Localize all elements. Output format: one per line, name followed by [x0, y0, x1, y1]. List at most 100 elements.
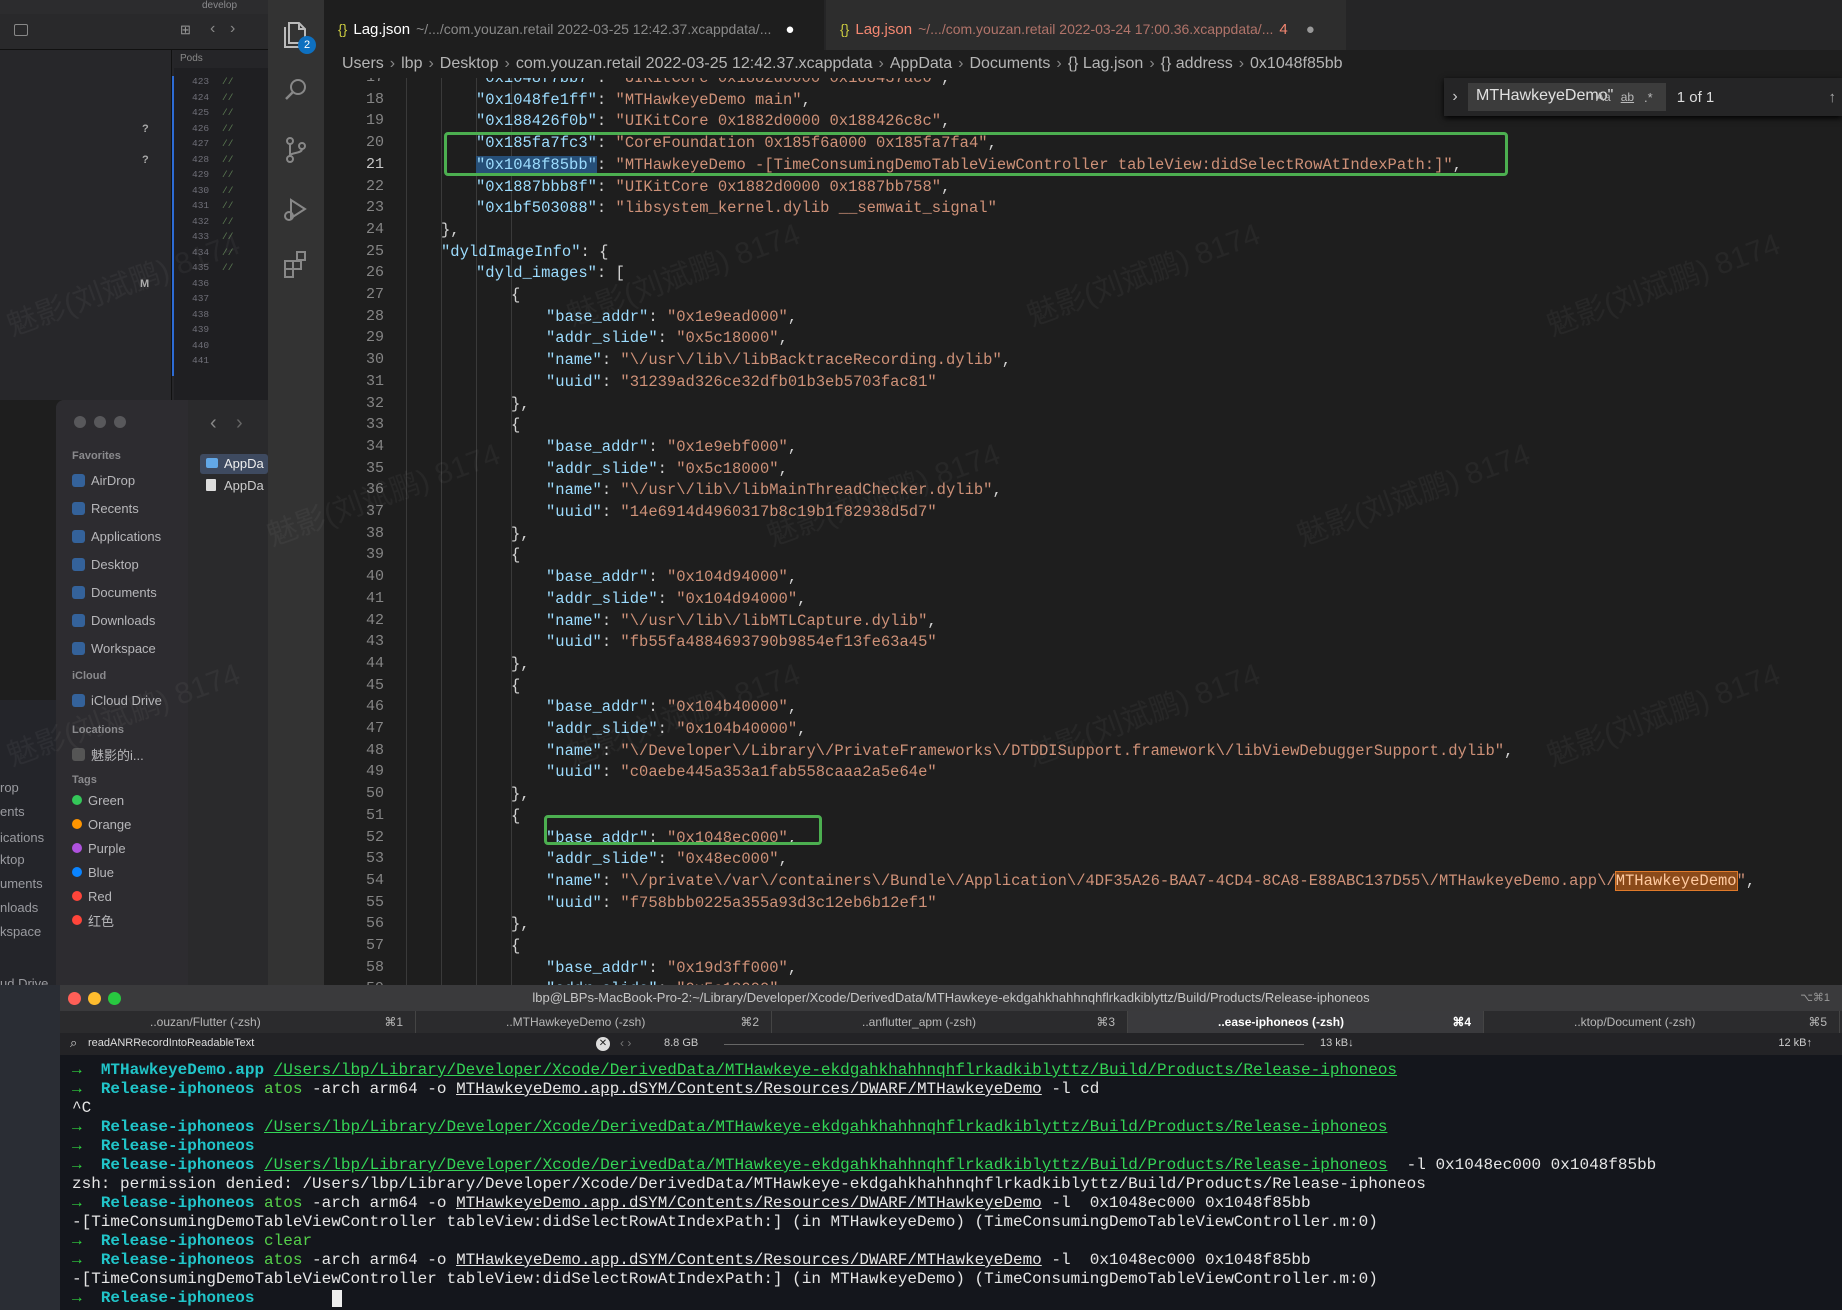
- code-line[interactable]: "0x1048f7bb7": "UIKitCore 0x1882d0000 0x…: [476, 78, 950, 87]
- terminal-tab[interactable]: ..anflutter_apm (-zsh) ⌘3: [772, 1011, 1128, 1033]
- code-line[interactable]: "uuid": "31239ad326ce32dfb01b3eb5703fac8…: [546, 373, 937, 391]
- search-icon[interactable]: ⌕: [70, 1035, 77, 1051]
- sidebar-item-applications[interactable]: Applications: [72, 526, 161, 546]
- code-line[interactable]: {: [511, 286, 520, 304]
- code-line[interactable]: {: [511, 807, 520, 825]
- breadcrumb-item[interactable]: AppData: [890, 55, 952, 73]
- breadcrumb-item[interactable]: 0x1048f85bb: [1250, 55, 1343, 73]
- code-line[interactable]: {: [511, 416, 520, 434]
- code-line[interactable]: },: [511, 395, 530, 413]
- modified-dot[interactable]: ●: [1306, 21, 1315, 38]
- code-line[interactable]: "dyld_images": [: [476, 264, 625, 282]
- terminal-tab[interactable]: ..ktop/Document (-zsh) ⌘5: [1484, 1011, 1840, 1033]
- sidebar-tag[interactable]: Green: [72, 790, 124, 810]
- code-line[interactable]: },: [511, 655, 530, 673]
- sidebar-tag[interactable]: Orange: [72, 814, 131, 834]
- code-line[interactable]: {: [511, 546, 520, 564]
- code-line[interactable]: "addr_slide": "0x104d94000",: [546, 590, 806, 608]
- code-editor[interactable]: 17 "0x1048f7bb7": "UIKitCore 0x1882d0000 …: [324, 78, 1842, 985]
- code-line[interactable]: "base_addr": "0x19d3ff000",: [546, 959, 797, 977]
- finder-zoom-button[interactable]: [114, 416, 126, 428]
- code-line[interactable]: "base_addr": "0x104d94000",: [546, 568, 797, 586]
- sidebar-item-documents[interactable]: Documents: [72, 582, 157, 602]
- sidebar-item-downloads[interactable]: Downloads: [72, 610, 155, 630]
- code-line[interactable]: "0x1bf503088": "libsystem_kernel.dylib _…: [476, 199, 997, 217]
- code-line[interactable]: "base_addr": "0x104b40000",: [546, 698, 797, 716]
- code-line[interactable]: "0x188426f0b": "UIKitCore 0x1882d0000 0x…: [476, 112, 950, 130]
- search-icon[interactable]: [280, 74, 312, 106]
- code-line[interactable]: {: [511, 677, 520, 695]
- code-line[interactable]: },: [511, 915, 530, 933]
- code-line[interactable]: },: [511, 525, 530, 543]
- finder-back-icon[interactable]: ‹: [210, 412, 217, 435]
- code-line[interactable]: "uuid": "f758bbb0225a355a93d3c12eb6b12ef…: [546, 894, 937, 912]
- grid-icon[interactable]: ⊞: [180, 22, 191, 38]
- code-line[interactable]: "base_addr": "0x1e9ebf000",: [546, 438, 797, 456]
- sidebar-tag[interactable]: Purple: [72, 838, 126, 858]
- sidebar-tag[interactable]: Red: [72, 886, 112, 906]
- sidebar-item-airdrop[interactable]: AirDrop: [72, 470, 135, 490]
- code-line[interactable]: "addr_slide": "0x5c18000",: [546, 460, 788, 478]
- code-line[interactable]: "0x1887bbb8f": "UIKitCore 0x1882d0000 0x…: [476, 178, 950, 196]
- finder-minimize-button[interactable]: [94, 416, 106, 428]
- finder-close-button[interactable]: [74, 416, 86, 428]
- code-line[interactable]: "dyldImageInfo": {: [441, 243, 608, 261]
- whole-word-toggle[interactable]: ab: [1621, 90, 1634, 104]
- run-debug-icon[interactable]: [280, 192, 312, 224]
- file-row[interactable]: AppDa: [200, 476, 268, 496]
- terminal-tab[interactable]: ..ouzan/Flutter (-zsh) ⌘1: [60, 1011, 416, 1033]
- code-line[interactable]: },: [441, 221, 460, 239]
- code-line[interactable]: "name": "\/usr\/lib\/libMTLCapture.dylib…: [546, 612, 937, 630]
- sidebar-item-workspace[interactable]: Workspace: [72, 638, 156, 658]
- code-line[interactable]: "uuid": "14e6914d4960317b8c19b1f82938d5d…: [546, 503, 937, 521]
- code-line[interactable]: "0x1048fe1ff": "MTHawkeyeDemo main",: [476, 91, 811, 109]
- code-line[interactable]: },: [511, 785, 530, 803]
- breadcrumb-item[interactable]: Documents: [969, 55, 1050, 73]
- breadcrumb-item[interactable]: Desktop: [440, 55, 499, 73]
- code-line[interactable]: "addr_slide": "0x104b40000",: [546, 720, 806, 738]
- breadcrumb-item[interactable]: com.youzan.retail 2022-03-25 12:42.37.xc…: [516, 55, 873, 73]
- sidebar-item-icloud-drive[interactable]: iCloud Drive: [72, 690, 162, 710]
- match-case-toggle[interactable]: Aa: [1596, 90, 1611, 104]
- file-row-selected[interactable]: AppDa: [200, 454, 268, 474]
- terminal-tab[interactable]: ..ease-iphoneos (-zsh) ⌘4: [1128, 1011, 1484, 1033]
- close-button[interactable]: [68, 992, 81, 1005]
- sidebar-tag-icon: [72, 819, 82, 829]
- back-icon[interactable]: ‹: [210, 20, 215, 38]
- modified-dot[interactable]: ●: [785, 21, 794, 38]
- sidebar-tag[interactable]: 红色: [72, 910, 114, 930]
- previous-match-icon[interactable]: ↑: [1829, 89, 1837, 106]
- code-line[interactable]: "name": "\/usr\/lib\/libBacktraceRecordi…: [546, 351, 1011, 369]
- code-line[interactable]: {: [511, 937, 520, 955]
- minimize-button[interactable]: [88, 992, 101, 1005]
- breadcrumb-item[interactable]: {} Lag.json: [1068, 55, 1144, 73]
- terminal-tab[interactable]: ..MTHawkeyeDemo (-zsh) ⌘2: [416, 1011, 772, 1033]
- breadcrumb-item[interactable]: Users: [342, 55, 384, 73]
- forward-icon[interactable]: ›: [230, 20, 235, 38]
- regex-toggle[interactable]: .*: [1644, 90, 1653, 105]
- sidebar-toggle-icon[interactable]: [14, 24, 28, 36]
- breadcrumb-item[interactable]: lbp: [401, 55, 422, 73]
- code-line[interactable]: "name": "\/private\/var\/containers\/Bun…: [546, 870, 1755, 891]
- code-line[interactable]: "uuid": "c0aebe445a353a1fab558caaa2a5e64…: [546, 763, 937, 781]
- code-line[interactable]: "name": "\/Developer\/Library\/PrivateFr…: [546, 742, 1513, 760]
- sidebar-item-location[interactable]: 魅影的i...: [72, 744, 144, 764]
- toggle-replace-icon[interactable]: ›: [1444, 88, 1466, 106]
- source-control-icon[interactable]: [280, 134, 312, 166]
- code-line[interactable]: "addr_slide": "0x5c18000",: [546, 329, 788, 347]
- breadcrumb-item[interactable]: {} address: [1161, 55, 1233, 73]
- clear-search-icon[interactable]: ✕: [596, 1037, 610, 1051]
- search-nav-icon[interactable]: ‹ ›: [620, 1036, 631, 1050]
- sidebar-item-desktop[interactable]: Desktop: [72, 554, 139, 574]
- finder-forward-icon[interactable]: ›: [236, 412, 243, 435]
- terminal-search-text[interactable]: readANRRecordIntoReadableText: [88, 1037, 254, 1049]
- extensions-icon[interactable]: [280, 248, 312, 280]
- zoom-button[interactable]: [108, 992, 121, 1005]
- code-line[interactable]: "uuid": "fb55fa4884693790b9854ef13fe63a4…: [546, 633, 937, 651]
- code-line[interactable]: "base_addr": "0x1e9ead000",: [546, 308, 797, 326]
- sidebar-item-recents[interactable]: Recents: [72, 498, 139, 518]
- find-input[interactable]: MTHawkeyeDemo": [1468, 83, 1666, 111]
- code-line[interactable]: "addr_slide": "0x48ec000",: [546, 850, 788, 868]
- code-line[interactable]: "name": "\/usr\/lib\/libMainThreadChecke…: [546, 481, 1002, 499]
- sidebar-tag[interactable]: Blue: [72, 862, 114, 882]
